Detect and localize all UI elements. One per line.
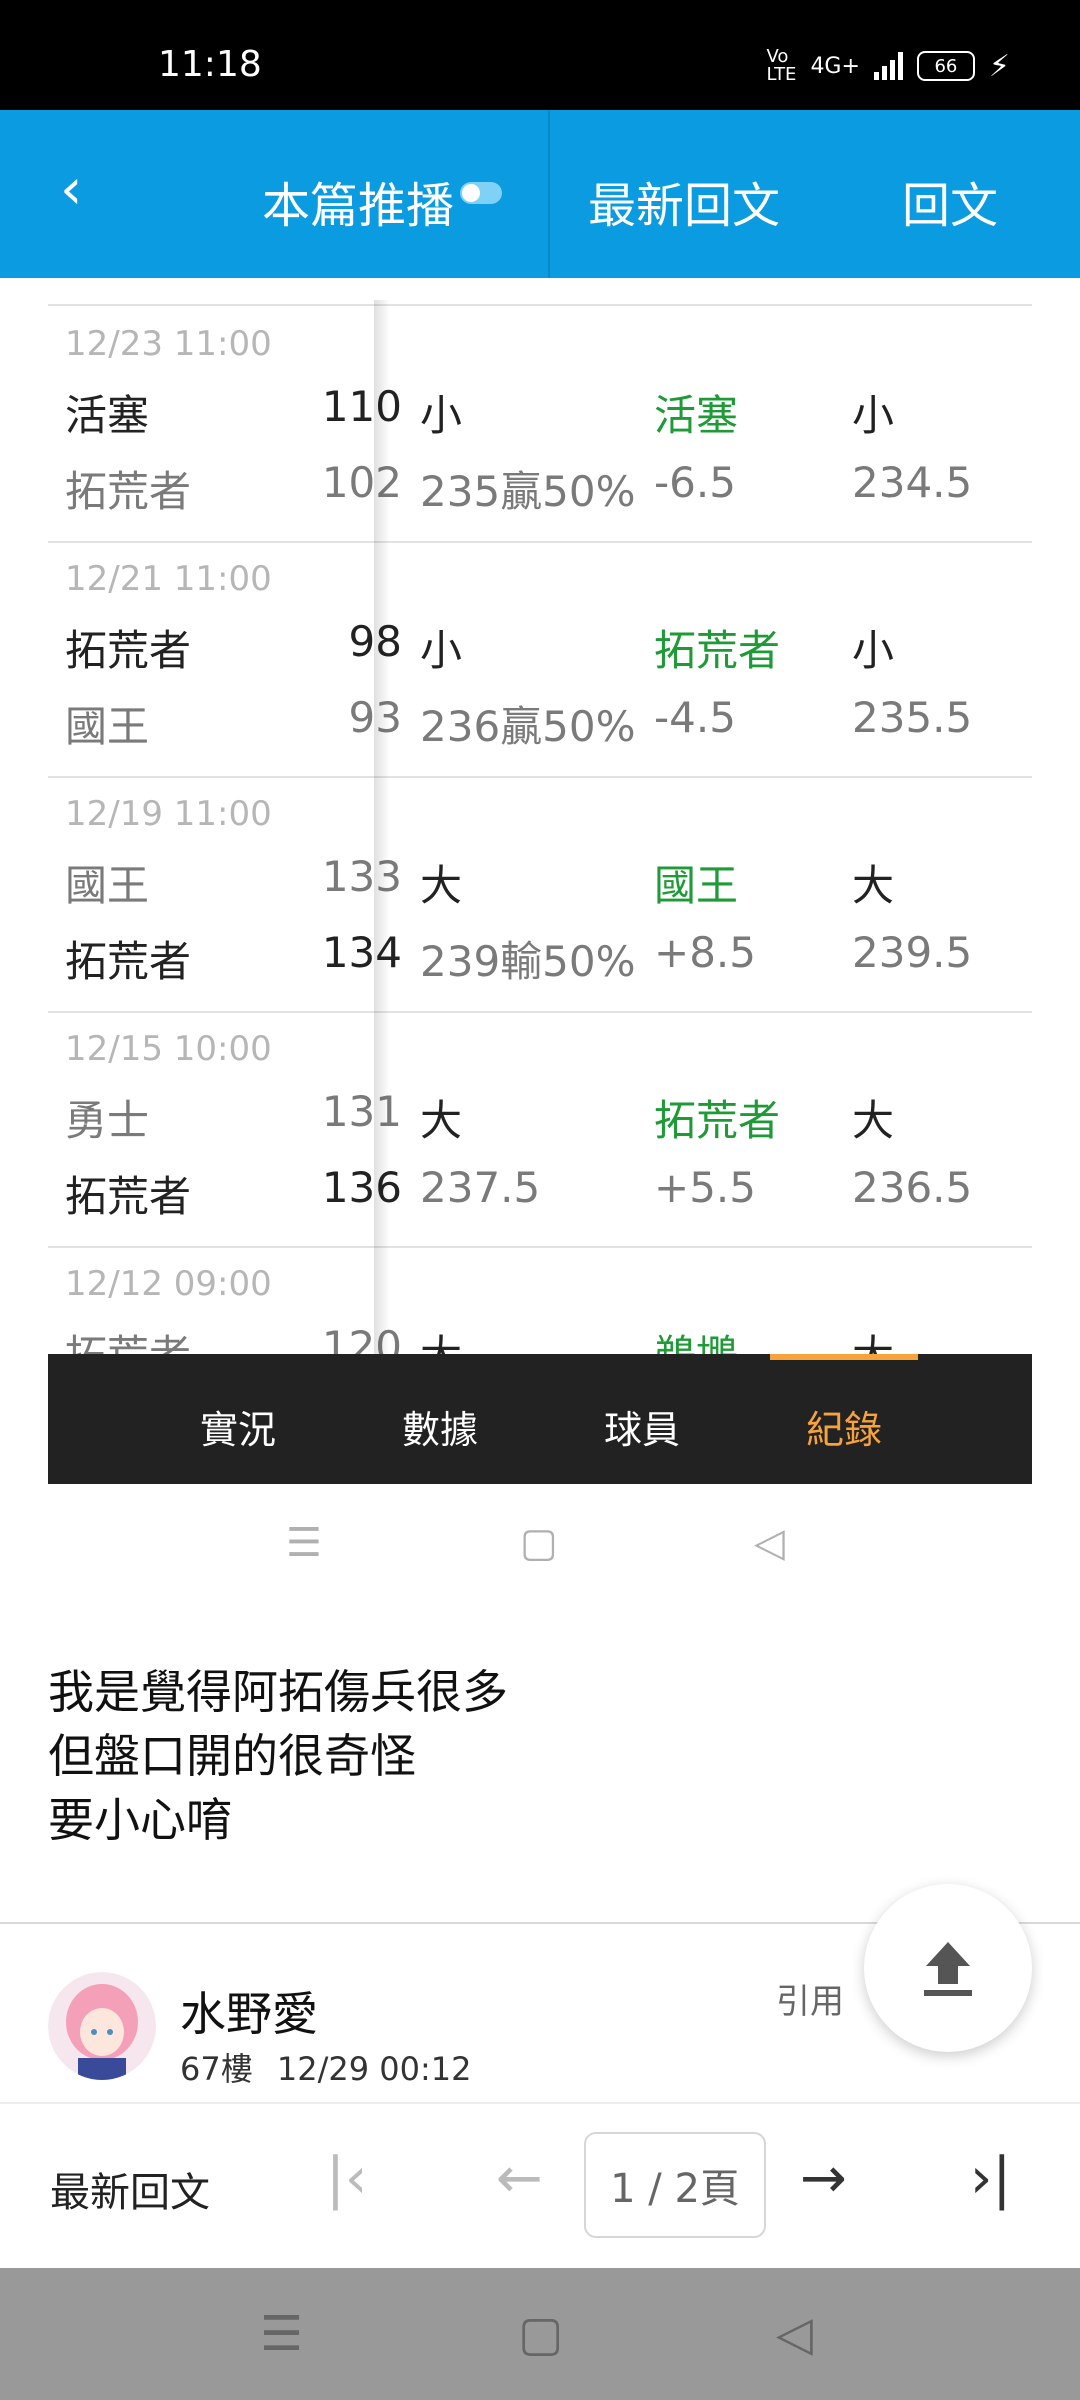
total: 235.5 [852, 693, 973, 742]
game-date: 12/23 11:00 [65, 324, 272, 364]
spread-team: 拓荒者 [654, 626, 781, 675]
back-button[interactable]: ‹ [60, 160, 82, 220]
spread-team: 活塞 [654, 391, 739, 440]
header-divider [548, 110, 550, 278]
post-line: 但盤口開的很奇怪 [48, 1729, 416, 1783]
team2-name: 拓荒者 [65, 1172, 192, 1221]
home-square-icon: ▢ [520, 1520, 558, 1566]
total-result: 大 [852, 1096, 895, 1145]
status-bar: 11:18 Vo LTE 4G+ 66 ⚡ [0, 0, 1080, 110]
total-result: 大 [852, 1322, 894, 1354]
tab-live[interactable]: 實況 [200, 1399, 276, 1454]
scroll-top-button[interactable] [864, 1884, 1032, 2052]
signal-icon [873, 52, 903, 80]
menu-icon: ☰ [286, 1520, 322, 1566]
line: 235贏50% [420, 467, 636, 516]
last-page-icon[interactable]: ›| [970, 2144, 1011, 2214]
total-result: 小 [852, 626, 895, 675]
spread: -6.5 [654, 458, 736, 507]
frozen-column-shadow [374, 300, 390, 1354]
spread-team: 鵜鶘 [654, 1322, 738, 1354]
game-date: 12/21 11:00 [65, 559, 272, 599]
status-icons: Vo LTE 4G+ 66 ⚡ [767, 48, 1010, 84]
system-nav-bar: ☰ ▢ ◁ [0, 2268, 1080, 2400]
line: 237.5 [420, 1163, 541, 1212]
author-name[interactable]: 水野愛 [180, 1978, 318, 2044]
ou-result: 小 [420, 626, 463, 675]
ou-result: 小 [420, 391, 463, 440]
line: 236贏50% [420, 702, 636, 751]
ou-result: 大 [420, 861, 463, 910]
spread-team: 拓荒者 [654, 1096, 781, 1145]
upload-icon [924, 1942, 972, 1996]
ou-result: 大 [420, 1096, 463, 1145]
menu-icon[interactable]: ☰ [260, 2306, 303, 2362]
first-page-icon[interactable]: |‹ [326, 2144, 367, 2214]
ou-result: 大 [420, 1322, 462, 1354]
next-page-icon[interactable]: → [800, 2144, 847, 2214]
table-row: 12/23 11:00 活塞 110 小 活塞 小 拓荒者 102 235贏50… [48, 306, 1032, 543]
game-date: 12/19 11:00 [65, 794, 272, 834]
avatar[interactable] [48, 1972, 156, 2080]
table-row: 12/12 09:00 拓荒者 120 大 鵜鶘 大 [48, 1246, 1032, 1354]
table-row: 12/19 11:00 國王 133 大 國王 大 拓荒者 134 239輸50… [48, 776, 1032, 1013]
spread: +5.5 [654, 1163, 756, 1212]
total-result: 大 [852, 861, 895, 910]
team2-name: 拓荒者 [65, 937, 192, 986]
post-line: 我是覺得阿拓傷兵很多 [48, 1665, 508, 1719]
status-time: 11:18 [158, 44, 262, 85]
battery-level: 66 [934, 55, 958, 77]
volte-icon: Vo LTE [766, 46, 797, 85]
team2-name: 國王 [65, 702, 150, 751]
team1-name: 拓荒者 [65, 1322, 191, 1354]
reply-button[interactable]: 回文 [902, 166, 998, 236]
total: 234.5 [852, 458, 973, 507]
back-icon[interactable]: ◁ [776, 2306, 813, 2362]
tab-players[interactable]: 球員 [604, 1399, 680, 1454]
game-date: 12/15 10:00 [65, 1029, 272, 1069]
records-table[interactable]: 12/23 11:00 活塞 110 小 活塞 小 拓荒者 102 235贏50… [48, 300, 1032, 1354]
game-date: 12/12 09:00 [65, 1264, 272, 1304]
team1-name: 活塞 [65, 391, 150, 440]
post-body: 我是覺得阿拓傷兵很多 但盤口開的很奇怪 要小心唷 [48, 1660, 508, 1852]
total-result: 小 [852, 391, 895, 440]
page-indicator[interactable]: 1 / 2頁 [584, 2132, 766, 2238]
charging-icon: ⚡ [988, 48, 1010, 84]
post-time: 12/29 00:12 [276, 2050, 472, 2088]
latest-replies-label[interactable]: 最新回文 [50, 2160, 210, 2218]
push-toggle[interactable] [460, 182, 502, 204]
pagination-bar: 最新回文 |‹ ← 1 / 2頁 → ›| [0, 2102, 1080, 2270]
post-line: 要小心唷 [48, 1793, 232, 1847]
home-icon[interactable]: ▢ [518, 2306, 563, 2362]
this-post-push-toggle-label[interactable]: 本篇推播 [262, 166, 454, 236]
line: 239輸50% [420, 937, 636, 986]
quote-button[interactable]: 引用 [776, 1974, 844, 2023]
table-row: 12/15 10:00 勇士 131 大 拓荒者 大 拓荒者 136 237.5… [48, 1011, 1032, 1248]
total: 236.5 [852, 1163, 973, 1212]
app-header: ‹ 本篇推播 最新回文 回文 [0, 110, 1080, 278]
battery-icon: 66 [916, 51, 975, 81]
floor-number: 67樓 [180, 2050, 253, 2088]
prev-page-icon[interactable]: ← [496, 2144, 543, 2214]
active-tab-indicator [770, 1354, 918, 1360]
chevron-left-icon: ‹ [60, 157, 83, 222]
team1-name: 拓荒者 [65, 626, 192, 675]
table-row: 12/21 11:00 拓荒者 98 小 拓荒者 小 國王 93 236贏50%… [48, 541, 1032, 778]
back-triangle-icon: ◁ [754, 1520, 785, 1566]
tab-stats[interactable]: 數據 [402, 1399, 478, 1454]
post-meta: 67樓 12/29 00:12 [180, 2044, 472, 2090]
spread: -4.5 [654, 693, 736, 742]
team1-name: 勇士 [65, 1096, 150, 1145]
spread: +8.5 [654, 928, 756, 977]
total: 239.5 [852, 928, 973, 977]
network-label: 4G+ [810, 53, 860, 79]
tab-records[interactable]: 紀錄 [806, 1399, 882, 1454]
embedded-nav-bar: ☰ ▢ ◁ [0, 1484, 1080, 1604]
latest-replies-button[interactable]: 最新回文 [588, 166, 780, 236]
team2-name: 拓荒者 [65, 467, 192, 516]
team1-name: 國王 [65, 861, 150, 910]
stats-tab-bar: 實況 數據 球員 紀錄 [48, 1354, 1032, 1484]
spread-team: 國王 [654, 861, 739, 910]
